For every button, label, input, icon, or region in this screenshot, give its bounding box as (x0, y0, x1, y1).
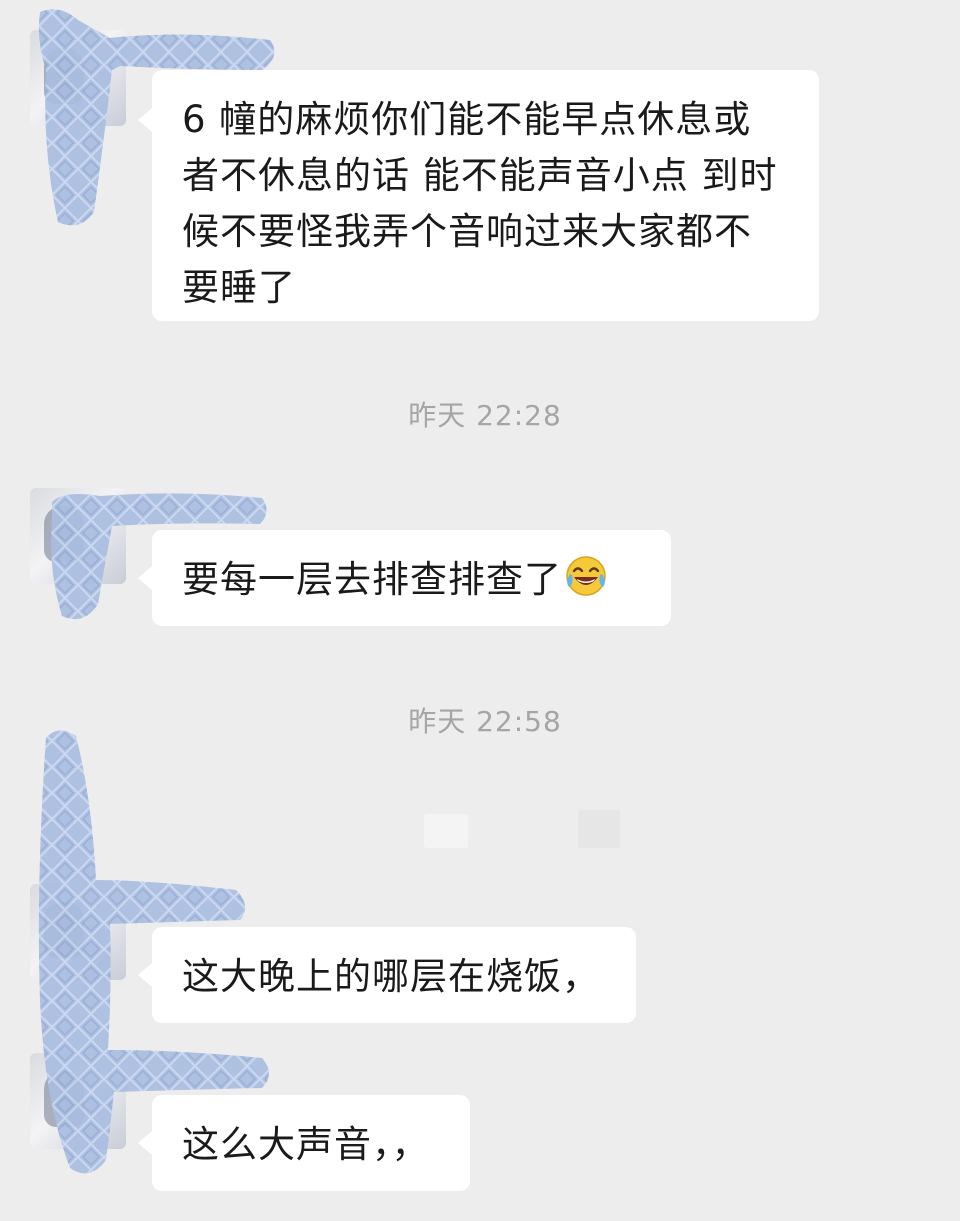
timestamp: 昨天 22:28 (408, 399, 562, 432)
avatar-photo (44, 506, 84, 562)
blank-placeholder (424, 814, 468, 848)
message-text: 这大晚上的哪层在烧饭， (182, 955, 600, 998)
laughing-tears-emoji-icon (564, 554, 608, 598)
avatar-photo (44, 48, 84, 104)
message-bubble[interactable]: 这大晚上的哪层在烧饭， (138, 927, 636, 1023)
message-text: 6 幢的麻烦你们能不能早点休息或者不休息的话 能不能声音小点 到时候不要怪我弄个… (182, 98, 778, 309)
avatar-photo (44, 902, 84, 958)
sender-avatar[interactable] (30, 1053, 126, 1149)
message-bubble[interactable]: 这么大声音，， (138, 1095, 470, 1191)
sender-avatar[interactable] (30, 488, 126, 584)
message-text: 这么大声音，， (182, 1123, 430, 1166)
chat-window: 6 幢的麻烦你们能不能早点休息或者不休息的话 能不能声音小点 到时候不要怪我弄个… (0, 0, 960, 1221)
sender-avatar[interactable] (30, 30, 126, 126)
timestamp: 昨天 22:58 (408, 705, 562, 738)
message-bubble[interactable]: 要每一层去排查排查了 (138, 530, 671, 626)
sender-avatar[interactable] (30, 884, 126, 980)
message-text: 要每一层去排查排查了 (182, 558, 562, 601)
avatar-photo (44, 1071, 84, 1127)
blank-placeholder (578, 810, 620, 848)
message-bubble[interactable]: 6 幢的麻烦你们能不能早点休息或者不休息的话 能不能声音小点 到时候不要怪我弄个… (138, 70, 819, 321)
